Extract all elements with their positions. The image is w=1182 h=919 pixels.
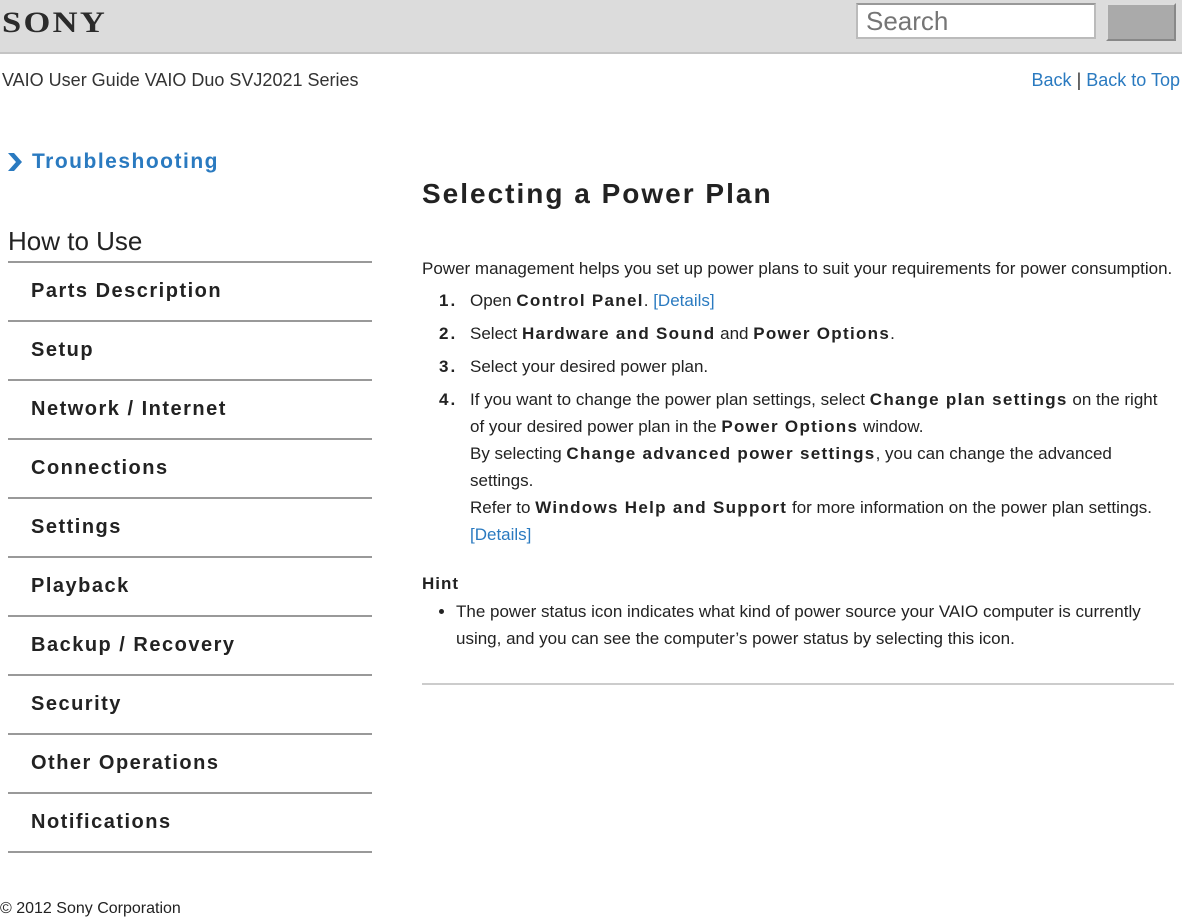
guide-title: VAIO User Guide VAIO Duo SVJ2021 Series <box>2 70 359 90</box>
sidebar-item-settings[interactable]: Settings <box>8 499 372 558</box>
step-number: 4. <box>439 390 458 409</box>
main-content: Selecting a Power Plan Power management … <box>422 178 1174 652</box>
chevron-right-icon <box>8 153 22 171</box>
content-divider <box>422 683 1174 685</box>
back-to-top-link[interactable]: Back to Top <box>1086 70 1180 90</box>
sidebar-item-playback[interactable]: Playback <box>8 558 372 617</box>
sidebar-item-setup[interactable]: Setup <box>8 322 372 381</box>
sidebar-item-connections[interactable]: Connections <box>8 440 372 499</box>
ui-term: Change advanced power settings <box>566 444 876 463</box>
copyright: © 2012 Sony Corporation <box>0 900 181 917</box>
ui-term: Change plan settings <box>869 390 1068 409</box>
troubleshooting-label: Troubleshooting <box>32 150 219 173</box>
step-number: 2. <box>439 324 458 343</box>
step-text: Select your desired power plan. <box>470 357 709 376</box>
step-4: 4. If you want to change the power plan … <box>422 383 1174 548</box>
step-2: 2. Select Hardware and Sound and Power O… <box>422 317 1174 350</box>
sidebar-menu: Parts Description Setup Network / Intern… <box>8 261 372 853</box>
step-number: 3. <box>439 357 458 376</box>
hint-title: Hint <box>422 574 460 593</box>
step-text: window. <box>858 417 924 436</box>
step-number: 1. <box>439 291 458 310</box>
sidebar-item-security[interactable]: Security <box>8 676 372 735</box>
hint-section: Hint The power status icon indicates wha… <box>422 574 1174 652</box>
step-1: 1. Open Control Panel. [Details] <box>422 284 1174 317</box>
intro-text: Power management helps you set up power … <box>422 259 1173 278</box>
details-link[interactable]: [Details] <box>653 291 714 310</box>
sidebar-item-other-operations[interactable]: Other Operations <box>8 735 372 794</box>
back-link[interactable]: Back <box>1032 70 1072 90</box>
steps-list: 1. Open Control Panel. [Details] 2. Sele… <box>422 284 1174 548</box>
step-text: Select <box>470 324 522 343</box>
search-button[interactable] <box>1106 3 1176 41</box>
step-text: Open <box>470 291 517 310</box>
step-3: 3. Select your desired power plan. <box>422 350 1174 383</box>
sidebar-section-title: How to Use <box>8 226 143 256</box>
ui-term: Windows Help and Support <box>535 498 788 517</box>
sidebar-item-parts-description[interactable]: Parts Description <box>8 263 372 322</box>
ui-term: Power Options <box>753 324 891 343</box>
sony-logo: SONY <box>2 6 108 39</box>
search-input[interactable] <box>856 3 1096 39</box>
step-text: for more information on the power plan s… <box>787 498 1152 517</box>
ui-term: Control Panel <box>516 291 644 310</box>
sidebar-item-backup-recovery[interactable]: Backup / Recovery <box>8 617 372 676</box>
ui-term: Power Options <box>721 417 859 436</box>
header-bar: SONY <box>0 0 1182 54</box>
step-text: . <box>890 324 895 343</box>
hint-item: The power status icon indicates what kin… <box>456 598 1174 652</box>
details-link[interactable]: [Details] <box>470 525 531 544</box>
nav-links: Back | Back to Top <box>1032 70 1180 91</box>
step-text: Refer to <box>470 498 536 517</box>
troubleshooting-link[interactable]: Troubleshooting <box>8 150 219 174</box>
step-text: By selecting <box>470 444 567 463</box>
page-title: Selecting a Power Plan <box>422 178 773 209</box>
step-text: If you want to change the power plan set… <box>470 390 870 409</box>
ui-term: Hardware and Sound <box>521 324 716 343</box>
step-text: . <box>643 291 654 310</box>
sidebar-item-network-internet[interactable]: Network / Internet <box>8 381 372 440</box>
nav-separator: | <box>1076 70 1082 90</box>
sidebar-item-notifications[interactable]: Notifications <box>8 794 372 853</box>
step-text: and <box>715 324 754 343</box>
